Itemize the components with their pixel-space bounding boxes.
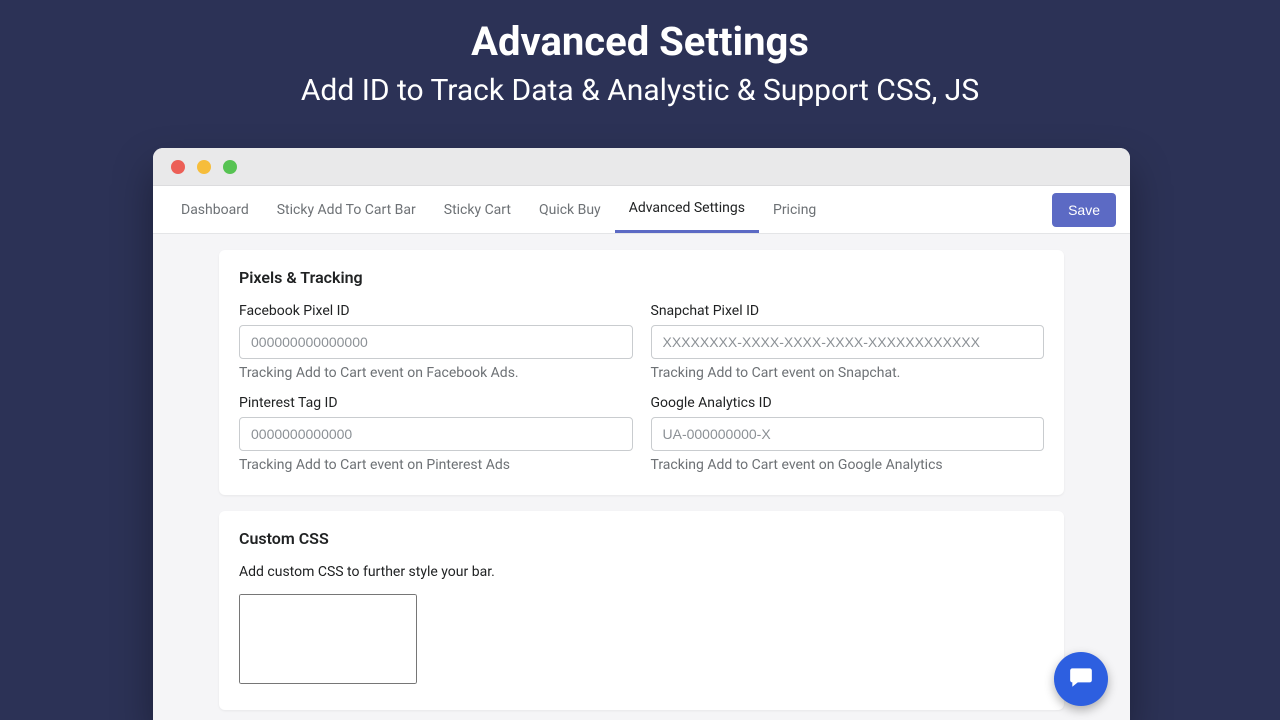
facebook-pixel-label: Facebook Pixel ID [239,303,633,319]
pinterest-tag-input[interactable] [239,417,633,451]
snapchat-pixel-input[interactable] [651,325,1045,359]
google-analytics-label: Google Analytics ID [651,395,1045,411]
tab-dashboard[interactable]: Dashboard [167,186,263,233]
minimize-icon[interactable] [197,160,211,174]
facebook-pixel-input[interactable] [239,325,633,359]
tab-quick-buy[interactable]: Quick Buy [525,186,615,233]
chat-button[interactable] [1054,652,1108,706]
tab-pricing[interactable]: Pricing [759,186,830,233]
chat-icon [1068,664,1094,694]
facebook-pixel-field: Facebook Pixel ID Tracking Add to Cart e… [239,303,633,381]
pixels-tracking-card: Pixels & Tracking Facebook Pixel ID Trac… [219,250,1064,495]
snapchat-pixel-field: Snapchat Pixel ID Tracking Add to Cart e… [651,303,1045,381]
tab-bar: Dashboard Sticky Add To Cart Bar Sticky … [153,186,1130,234]
pinterest-tag-field: Pinterest Tag ID Tracking Add to Cart ev… [239,395,633,473]
content-area: Pixels & Tracking Facebook Pixel ID Trac… [153,234,1130,720]
pinterest-tag-label: Pinterest Tag ID [239,395,633,411]
facebook-pixel-help: Tracking Add to Cart event on Facebook A… [239,365,633,381]
maximize-icon[interactable] [223,160,237,174]
custom-css-heading: Custom CSS [239,529,1044,548]
close-icon[interactable] [171,160,185,174]
tab-sticky-add-to-cart-bar[interactable]: Sticky Add To Cart Bar [263,186,430,233]
custom-css-card: Custom CSS Add custom CSS to further sty… [219,511,1064,710]
custom-css-description: Add custom CSS to further style your bar… [239,564,1044,580]
snapchat-pixel-help: Tracking Add to Cart event on Snapchat. [651,365,1045,381]
save-button[interactable]: Save [1052,193,1116,227]
pixels-heading: Pixels & Tracking [239,268,1044,287]
google-analytics-help: Tracking Add to Cart event on Google Ana… [651,457,1045,473]
page-title: Advanced Settings [0,18,1280,65]
google-analytics-field: Google Analytics ID Tracking Add to Cart… [651,395,1045,473]
page-subtitle: Add ID to Track Data & Analystic & Suppo… [0,73,1280,108]
google-analytics-input[interactable] [651,417,1045,451]
app-window: Dashboard Sticky Add To Cart Bar Sticky … [153,148,1130,720]
pinterest-tag-help: Tracking Add to Cart event on Pinterest … [239,457,633,473]
tab-advanced-settings[interactable]: Advanced Settings [615,186,759,233]
snapchat-pixel-label: Snapchat Pixel ID [651,303,1045,319]
tab-sticky-cart[interactable]: Sticky Cart [430,186,525,233]
window-titlebar [153,148,1130,186]
custom-css-textarea[interactable] [239,594,417,684]
